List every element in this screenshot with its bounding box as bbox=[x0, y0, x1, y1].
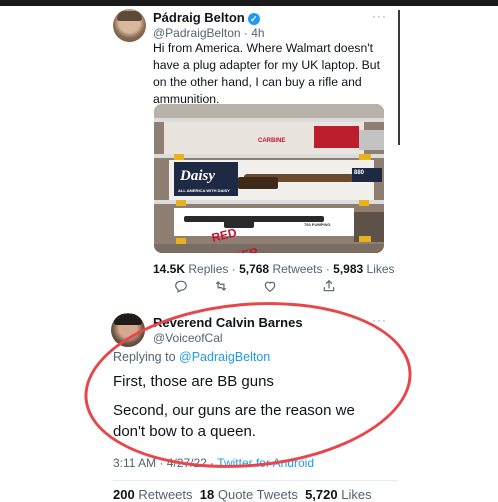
more-options-icon[interactable]: ··· bbox=[372, 9, 387, 23]
retweets-label: Retweets bbox=[272, 262, 323, 276]
scrollbar[interactable] bbox=[398, 10, 400, 145]
divider bbox=[113, 480, 398, 481]
verified-badge-icon: ✓ bbox=[247, 13, 260, 25]
avatar[interactable] bbox=[113, 9, 146, 42]
replies-label: Replies bbox=[188, 262, 229, 276]
reply-count: 14.5K bbox=[153, 262, 186, 276]
tweet-photo[interactable]: RED RYDER CARBINE Daisy 880 ALL AMERICA … bbox=[154, 104, 384, 253]
tweet-time[interactable]: 4h bbox=[251, 26, 264, 40]
photo-sign-880: 880 bbox=[354, 170, 365, 176]
share-icon[interactable] bbox=[322, 279, 336, 296]
author-name-text[interactable]: Pádraig Belton bbox=[153, 10, 245, 25]
photo-sign-all-america: ALL AMERICA WITH DAISY bbox=[178, 188, 230, 193]
photo-sign-753: 753 PUMPING bbox=[304, 222, 331, 227]
like-count: 5,983 bbox=[333, 262, 364, 276]
author-name[interactable]: Pádraig Belton ✓ bbox=[153, 10, 260, 25]
likes-label: Likes bbox=[366, 262, 395, 276]
like-icon[interactable] bbox=[263, 279, 277, 296]
handle-text[interactable]: @PadraigBelton bbox=[153, 26, 241, 40]
retweet-icon[interactable] bbox=[214, 279, 228, 296]
top-bar bbox=[0, 0, 498, 6]
photo-sign-daisy: Daisy bbox=[180, 168, 215, 184]
retweet-count: 5,768 bbox=[239, 262, 270, 276]
reply-icon[interactable] bbox=[174, 279, 188, 296]
photo-sign-carbine: CARBINE bbox=[258, 138, 286, 144]
tweet-stats: 14.5K Replies · 5,768 Retweets · 5,983 L… bbox=[153, 262, 395, 276]
author-handle[interactable]: @PadraigBelton · 4h bbox=[153, 26, 265, 40]
tweet-text: Hi from America. Where Walmart doesn't h… bbox=[153, 41, 380, 106]
